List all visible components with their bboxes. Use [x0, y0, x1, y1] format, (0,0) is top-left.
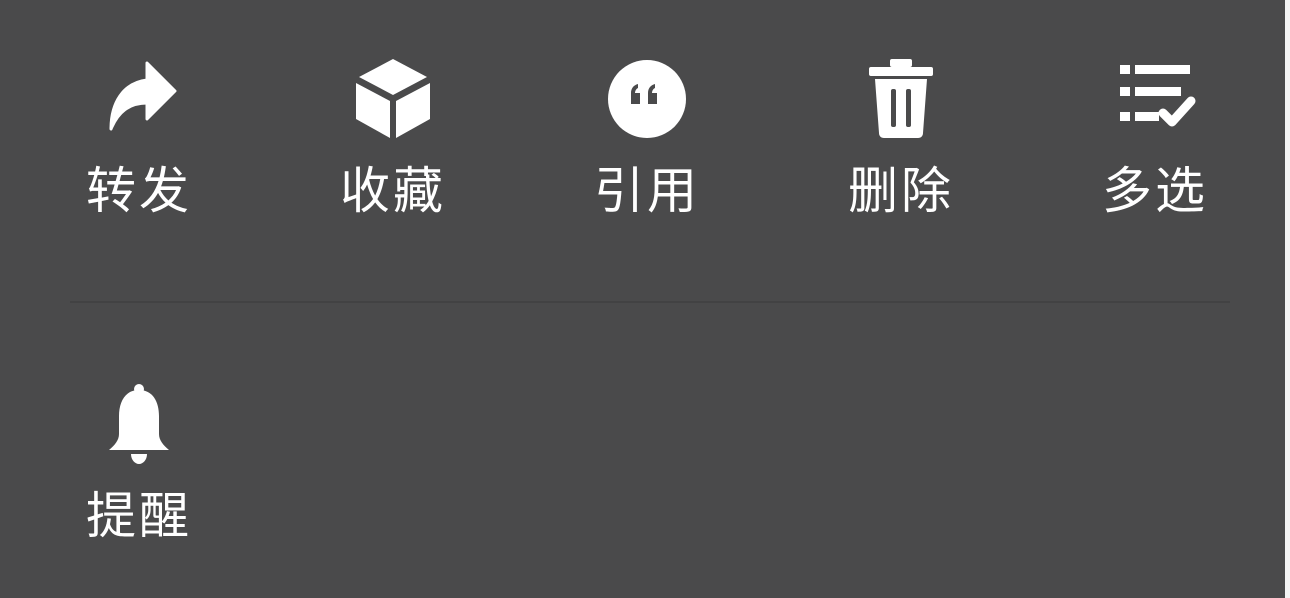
- multiselect-button[interactable]: 多选: [1070, 57, 1240, 247]
- bell-icon: [109, 384, 169, 464]
- quote-label: 引用: [594, 162, 700, 220]
- remind-button[interactable]: 提醒: [54, 382, 224, 572]
- forward-arrow-icon: [109, 61, 177, 131]
- checklist-icon: [1120, 65, 1196, 127]
- row-divider: [70, 301, 1230, 303]
- quote-icon: [608, 60, 686, 138]
- delete-label: 删除: [848, 162, 954, 220]
- favorite-button[interactable]: 收藏: [308, 57, 478, 247]
- trash-icon: [869, 59, 933, 138]
- forward-label: 转发: [86, 162, 192, 220]
- remind-label: 提醒: [86, 487, 192, 545]
- message-action-menu: 转发 收藏 引用 删除 多选 提醒: [0, 0, 1285, 598]
- quote-button[interactable]: 引用: [562, 57, 732, 247]
- forward-button[interactable]: 转发: [54, 57, 224, 247]
- delete-button[interactable]: 删除: [816, 57, 986, 247]
- screen-edge: [1285, 0, 1290, 598]
- favorite-label: 收藏: [340, 162, 446, 220]
- cube-icon: [356, 59, 430, 138]
- multiselect-label: 多选: [1102, 162, 1208, 220]
